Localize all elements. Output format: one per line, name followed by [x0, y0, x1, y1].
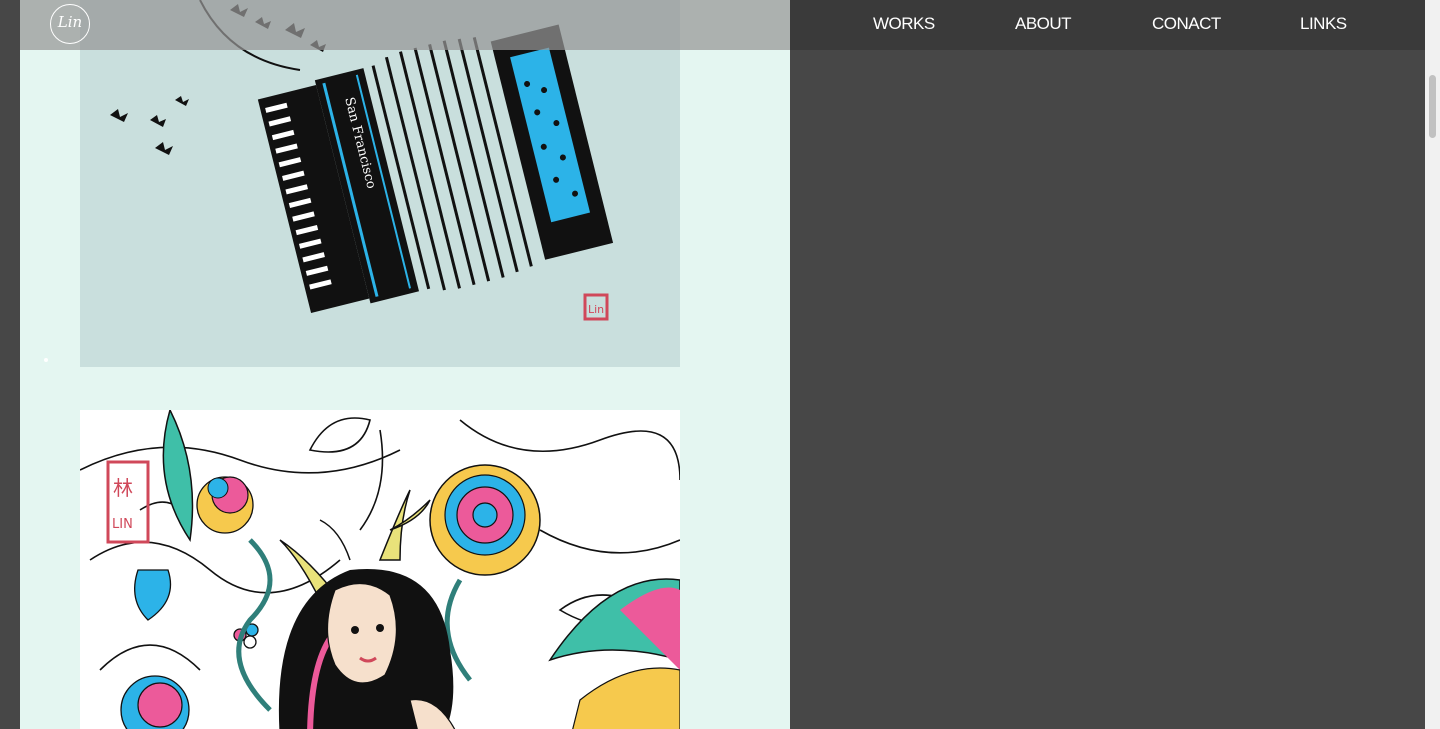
logo-text: Lin	[57, 13, 83, 31]
left-margin	[0, 0, 20, 729]
header-translucent-bar	[20, 0, 790, 50]
flower-girl-illustration: 林 LIN	[80, 410, 680, 729]
artwork-accordion[interactable]: San Francisco Lin	[80, 0, 680, 367]
svg-text:Lin: Lin	[588, 303, 604, 316]
nav-works-link[interactable]: WORKS	[873, 0, 935, 50]
bullet-dot	[44, 358, 48, 362]
right-panel	[790, 0, 1425, 729]
vertical-scrollbar[interactable]	[1425, 0, 1440, 729]
artwork-antler-girl[interactable]: 林 LIN	[80, 410, 680, 729]
nav-links-link[interactable]: LINKS	[1300, 0, 1347, 50]
nav-about-link[interactable]: ABOUT	[1015, 0, 1072, 50]
gallery-column[interactable]: San Francisco Lin 林 LIN	[20, 0, 790, 729]
svg-text:LIN: LIN	[112, 517, 133, 532]
nav-contact-link[interactable]: CONACT	[1152, 0, 1221, 50]
svg-text:林: 林	[113, 476, 133, 500]
site-header: Lin WORKS ABOUT CONACT LINKS	[0, 0, 1425, 50]
scrollbar-thumb[interactable]	[1429, 75, 1436, 138]
logo-icon[interactable]: Lin	[50, 4, 90, 44]
accordion-illustration: San Francisco Lin	[80, 0, 680, 367]
